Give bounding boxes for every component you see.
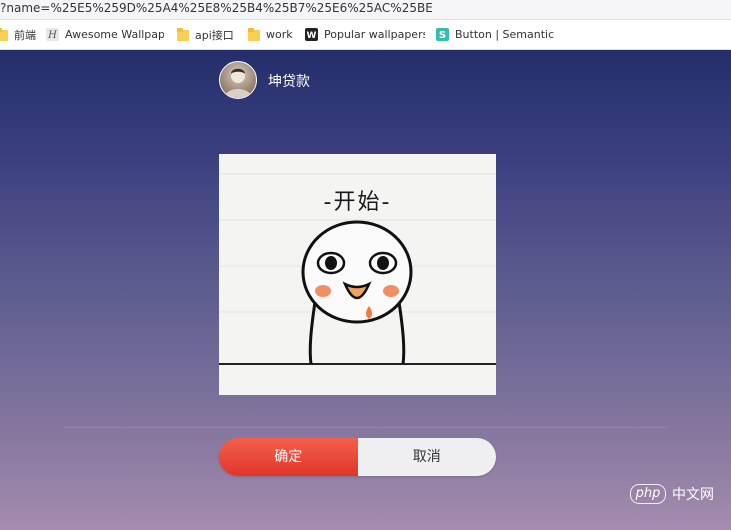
bookmark-label: Awesome Wallpape (65, 28, 164, 41)
svg-text:S: S (439, 30, 446, 41)
bookmark-item-api[interactable]: api接口 (177, 20, 237, 49)
sticker-caption: -开始- (323, 190, 392, 215)
bookmark-label: Popular wallpapers (324, 28, 425, 41)
folder-icon (0, 28, 8, 41)
bookmark-label: api接口 (195, 28, 234, 42)
bookmark-label: work (266, 28, 293, 41)
folder-icon (248, 28, 260, 41)
cancel-button[interactable]: 取消 (357, 438, 496, 476)
action-button-group: 确定 取消 (219, 438, 496, 476)
bookmark-item-frontend[interactable]: 前端 (0, 20, 40, 49)
divider (64, 427, 667, 428)
address-bar-text: ?name=%25E5%259D%25A4%25E8%25B4%25B7%25E… (0, 1, 433, 15)
semantic-ui-favicon: S (436, 28, 449, 41)
confirm-button[interactable]: 确定 (219, 438, 358, 476)
address-bar[interactable]: ?name=%25E5%259D%25A4%25E8%25B4%25B7%25E… (0, 0, 731, 20)
bookmarks-bar: 前端 H Awesome Wallpape api接口 work W Popul… (0, 20, 731, 50)
bookmark-label: Button | Semantic U (455, 28, 556, 41)
watermark-logo: php (630, 484, 666, 504)
page-content: 坤贷款 -开始- 确定 取消 php 中文网 (0, 50, 731, 530)
svg-text:W: W (307, 31, 317, 41)
w-favicon: W (305, 28, 318, 41)
bookmark-label: 前端 (14, 28, 36, 42)
folder-icon (177, 28, 189, 41)
username: 坤贷款 (268, 74, 310, 90)
sticker-image: -开始- (219, 154, 496, 395)
bookmark-item-awesome-wallpaper[interactable]: H Awesome Wallpape (46, 20, 164, 49)
svg-text:H: H (47, 30, 57, 41)
bookmark-item-semantic-ui[interactable]: S Button | Semantic U (436, 20, 556, 49)
awesome-wallpaper-favicon: H (46, 28, 59, 41)
watermark-site-text: 中文网 (672, 487, 714, 503)
bookmark-item-work[interactable]: work (248, 20, 296, 49)
avatar (219, 61, 257, 99)
bookmark-item-popular-wallpapers[interactable]: W Popular wallpapers (305, 20, 425, 49)
php-cn-watermark: php 中文网 (630, 484, 714, 504)
avatar-photo (224, 68, 252, 98)
